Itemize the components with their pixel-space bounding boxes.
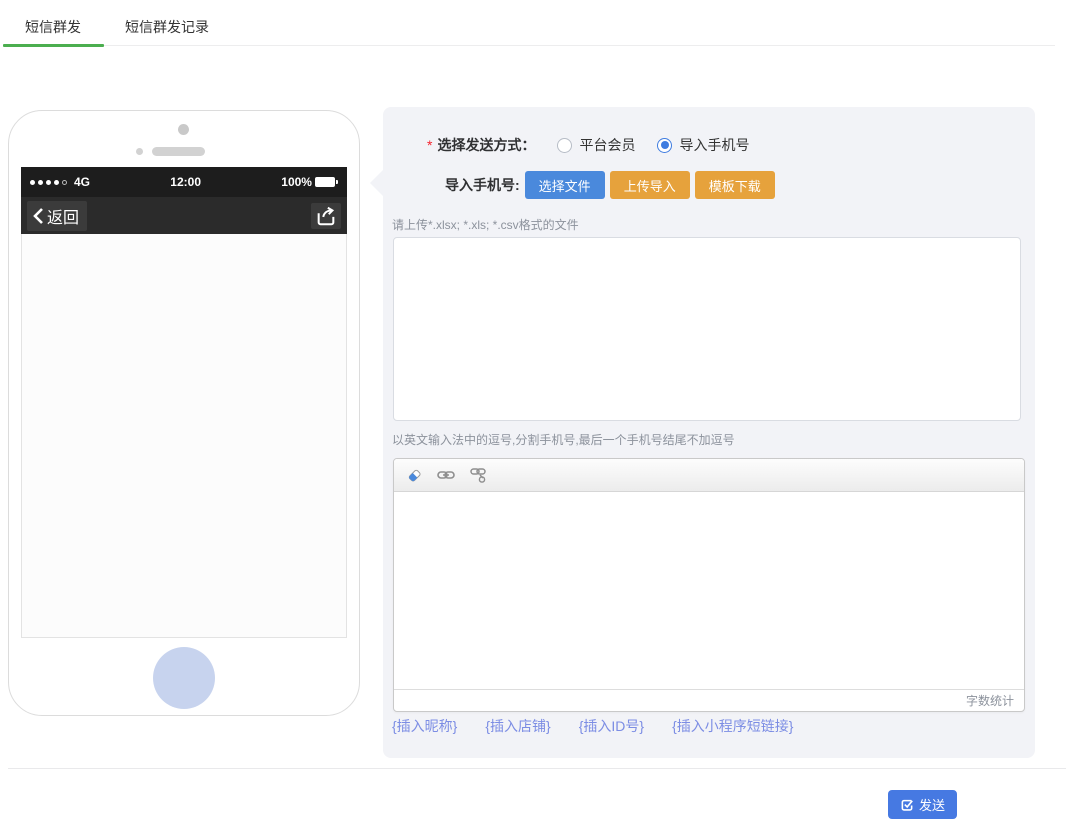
upload-import-button[interactable]: 上传导入 <box>610 171 690 199</box>
radio-import-phone[interactable]: 导入手机号 <box>657 135 749 155</box>
template-download-button[interactable]: 模板下载 <box>695 171 775 199</box>
send-button[interactable]: 发送 <box>888 790 957 819</box>
insert-id-link[interactable]: {插入ID号} <box>579 716 644 736</box>
eraser-icon[interactable] <box>404 465 424 485</box>
carrier-label: 4G <box>74 175 90 189</box>
phone-preview: 4G 12:00 100% 返回 <box>8 110 360 716</box>
back-button[interactable]: 返回 <box>27 201 87 231</box>
send-label: 发送 <box>919 795 945 814</box>
radio-circle-unchecked[interactable] <box>557 138 572 153</box>
required-asterisk: * <box>427 137 432 153</box>
phone-speaker-dot <box>136 148 143 155</box>
radio-import-phone-label: 导入手机号 <box>679 135 749 155</box>
phone-camera-dot <box>178 124 189 135</box>
phone-message-screen <box>21 234 347 638</box>
send-method-row: * 选择发送方式： 平台会员 导入手机号 <box>427 135 749 155</box>
upload-format-hint: 请上传*.xlsx; *.xls; *.csv格式的文件 <box>392 216 579 233</box>
battery-icon <box>315 177 338 187</box>
tab-sms-bulk-send[interactable]: 短信群发 <box>3 17 103 37</box>
phone-status-bar: 4G 12:00 100% <box>21 167 347 197</box>
unlink-icon[interactable] <box>468 465 488 485</box>
insert-miniprogram-shortlink-link[interactable]: {插入小程序短链接} <box>672 716 793 736</box>
import-phone-row: 导入手机号: 选择文件 上传导入 模板下载 <box>445 171 775 199</box>
active-tab-indicator <box>3 44 104 47</box>
insert-variable-links: {插入昵称} {插入店铺} {插入ID号} {插入小程序短链接} <box>392 716 793 736</box>
status-time: 12:00 <box>170 175 201 189</box>
editor-content-area[interactable] <box>394 492 1024 689</box>
tab-underline <box>3 44 1055 47</box>
sms-bulk-send-page: 短信群发 短信群发记录 4G 12:00 100% <box>0 0 1080 829</box>
share-button[interactable] <box>311 203 341 229</box>
editor-status-bar: 字数统计 <box>394 689 1024 711</box>
word-count-label: 字数统计 <box>966 692 1014 709</box>
import-phone-label: 导入手机号: <box>445 175 520 195</box>
radio-platform-member[interactable]: 平台会员 <box>557 135 635 155</box>
insert-nickname-link[interactable]: {插入昵称} <box>392 716 457 736</box>
link-icon[interactable] <box>436 465 456 485</box>
phone-home-button <box>153 647 215 709</box>
send-form-panel: * 选择发送方式： 平台会员 导入手机号 导入手机号: 选择文件 上传导入 模板… <box>383 107 1035 758</box>
comma-separator-hint: 以英文输入法中的逗号,分割手机号,最后一个手机号结尾不加逗号 <box>392 431 735 448</box>
radio-platform-member-label: 平台会员 <box>579 135 635 155</box>
send-method-label: 选择发送方式： <box>437 135 535 155</box>
send-check-icon <box>900 798 914 812</box>
insert-shop-link[interactable]: {插入店铺} <box>485 716 550 736</box>
sms-content-editor: 字数统计 <box>393 458 1025 712</box>
tab-sms-bulk-send-records[interactable]: 短信群发记录 <box>103 17 231 37</box>
share-icon <box>315 205 337 227</box>
radio-circle-checked[interactable] <box>657 138 672 153</box>
footer-divider <box>8 768 1066 769</box>
phone-nav-bar: 返回 <box>21 197 347 234</box>
back-label: 返回 <box>47 204 79 228</box>
phone-numbers-textarea[interactable] <box>393 237 1021 421</box>
signal-strength-icon: 4G <box>30 175 90 189</box>
chevron-left-icon <box>31 207 45 225</box>
phone-speaker-bar <box>152 147 205 156</box>
choose-file-button[interactable]: 选择文件 <box>525 171 605 199</box>
panel-callout-arrow <box>370 169 384 197</box>
editor-toolbar <box>394 459 1024 492</box>
tab-bar: 短信群发 短信群发记录 <box>3 10 1055 47</box>
battery-percent: 100% <box>281 175 312 189</box>
